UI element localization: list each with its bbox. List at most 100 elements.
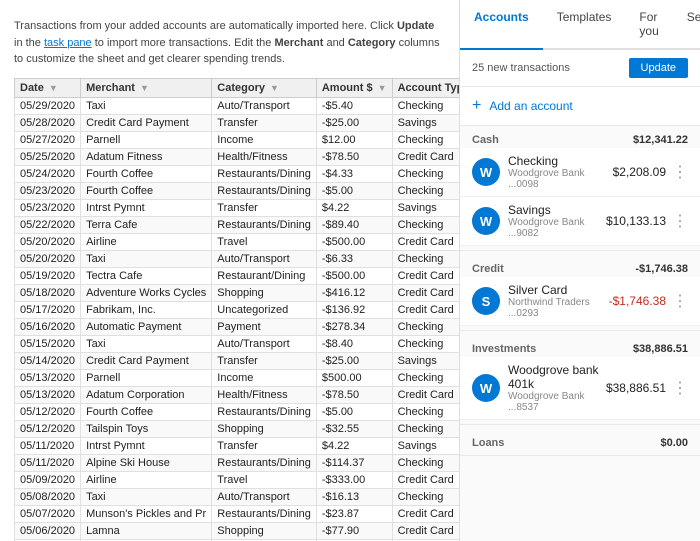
category-keyword: Category bbox=[348, 37, 396, 49]
sort-icon-category: ▼ bbox=[270, 83, 279, 93]
account-more-icon[interactable]: ⋮ bbox=[666, 378, 688, 398]
account-item[interactable]: W Woodgrove bank 401kWoodgrove Bank ...85… bbox=[460, 357, 700, 420]
table-row[interactable]: 05/16/2020Automatic PaymentPayment-$278.… bbox=[15, 318, 461, 335]
account-sub: Woodgrove Bank ...0098 bbox=[508, 168, 613, 190]
account-icon: S bbox=[472, 287, 500, 315]
sort-icon-date: ▼ bbox=[49, 83, 58, 93]
table-row[interactable]: 05/12/2020Fourth CoffeeRestaurants/Dinin… bbox=[15, 403, 461, 420]
table-row[interactable]: 05/13/2020Adatum CorporationHealth/Fitne… bbox=[15, 386, 461, 403]
account-category-total: -$1,746.38 bbox=[635, 263, 688, 275]
account-category-investments: Investments$38,886.51 W Woodgrove bank 401… bbox=[460, 335, 700, 420]
table-row[interactable]: 05/06/2020LamnaShopping-$77.90Credit Car… bbox=[15, 522, 461, 539]
table-row[interactable]: 05/29/2020TaxiAuto/Transport-$5.40Checki… bbox=[15, 97, 461, 114]
account-item[interactable]: S Silver CardNorthwind Traders ...0293-$1… bbox=[460, 277, 700, 326]
divider bbox=[460, 330, 700, 331]
table-row[interactable]: 05/18/2020Adventure Works CyclesShopping… bbox=[15, 284, 461, 301]
table-row[interactable]: 05/11/2020Alpine Ski HouseRestaurants/Di… bbox=[15, 454, 461, 471]
account-category-label: Cash$12,341.22 bbox=[460, 126, 700, 148]
tab-bar: AccountsTemplatesFor youSettings bbox=[460, 0, 700, 50]
account-details: Silver CardNorthwind Traders ...0293 bbox=[508, 283, 609, 319]
account-category-total: $38,886.51 bbox=[633, 343, 688, 355]
table-row[interactable]: 05/07/2020Munson's Pickles and PrRestaur… bbox=[15, 505, 461, 522]
update-keyword: Update bbox=[397, 20, 434, 32]
account-category-credit: Credit-$1,746.38 S Silver CardNorthwind Tr… bbox=[460, 255, 700, 326]
table-row[interactable]: 05/22/2020Terra CafeRestaurants/Dining-$… bbox=[15, 216, 461, 233]
table-row[interactable]: 05/15/2020TaxiAuto/Transport-$8.40Checki… bbox=[15, 335, 461, 352]
col-merchant[interactable]: Merchant ▼ bbox=[81, 78, 212, 97]
account-more-icon[interactable]: ⋮ bbox=[666, 211, 688, 231]
table-row[interactable]: 05/19/2020Tectra CafeRestaurant/Dining-$… bbox=[15, 267, 461, 284]
col-category[interactable]: Category ▼ bbox=[212, 78, 317, 97]
account-category-loans: Loans$0.00 bbox=[460, 429, 700, 451]
table-body: 05/29/2020TaxiAuto/Transport-$5.40Checki… bbox=[15, 97, 461, 541]
account-details: SavingsWoodgrove Bank ...9082 bbox=[508, 203, 606, 239]
table-row[interactable]: 05/08/2020TaxiAuto/Transport-$16.13Check… bbox=[15, 488, 461, 505]
account-amount: $38,886.51 bbox=[606, 381, 666, 395]
table-row[interactable]: 05/11/2020Intrst PymntTransfer$4.22Savin… bbox=[15, 437, 461, 454]
table-row[interactable]: 05/12/2020Tailspin ToysShopping-$32.55Ch… bbox=[15, 420, 461, 437]
account-icon: W bbox=[472, 207, 500, 235]
account-details: CheckingWoodgrove Bank ...0098 bbox=[508, 154, 613, 190]
table-row[interactable]: 05/25/2020Adatum FitnessHealth/Fitness-$… bbox=[15, 148, 461, 165]
new-transactions-label: 25 new transactions bbox=[472, 62, 570, 74]
right-panel: AccountsTemplatesFor youSettings 25 new … bbox=[460, 0, 700, 541]
sort-icon-merchant: ▼ bbox=[140, 83, 149, 93]
account-category-total: $0.00 bbox=[660, 437, 688, 449]
col-account-type[interactable]: Account Type bbox=[392, 78, 460, 97]
accounts-content: Cash$12,341.22WCheckingWoodgrove Bank ..… bbox=[460, 126, 700, 470]
new-transactions-bar: 25 new transactions Update bbox=[460, 50, 700, 87]
table-row[interactable]: 05/24/2020Fourth CoffeeRestaurants/Dinin… bbox=[15, 165, 461, 182]
tab-settings[interactable]: Settings bbox=[673, 0, 700, 50]
col-amount[interactable]: Amount $ ▼ bbox=[316, 78, 392, 97]
table-row[interactable]: 05/09/2020AirlineTravel-$333.00Credit Ca… bbox=[15, 471, 461, 488]
transactions-table: Date ▼ Merchant ▼ Category ▼ Amount $ ▼ … bbox=[14, 78, 460, 541]
account-more-icon[interactable]: ⋮ bbox=[666, 291, 688, 311]
account-category-cash: Cash$12,341.22WCheckingWoodgrove Bank ..… bbox=[460, 126, 700, 246]
account-category-total: $12,341.22 bbox=[633, 134, 688, 146]
account-amount: -$1,746.38 bbox=[609, 294, 666, 308]
account-amount: $2,208.09 bbox=[613, 165, 666, 179]
table-row[interactable]: 05/14/2020Credit Card PaymentTransfer-$2… bbox=[15, 352, 461, 369]
account-name: Woodgrove bank 401k bbox=[508, 363, 606, 391]
account-item[interactable]: W SavingsWoodgrove Bank ...9082$10,133.13… bbox=[460, 197, 700, 246]
table-row[interactable]: 05/27/2020ParnellIncome$12.00Checking bbox=[15, 131, 461, 148]
account-details: Woodgrove bank 401kWoodgrove Bank ...853… bbox=[508, 363, 606, 413]
account-category-label: Loans$0.00 bbox=[460, 429, 700, 451]
account-category-label: Investments$38,886.51 bbox=[460, 335, 700, 357]
table-row[interactable]: 05/17/2020Fabrikam, Inc.Uncategorized-$1… bbox=[15, 301, 461, 318]
table-row[interactable]: 05/28/2020Credit Card PaymentTransfer-$2… bbox=[15, 114, 461, 131]
tab-templates[interactable]: Templates bbox=[543, 0, 626, 50]
task-pane-link[interactable]: task pane bbox=[44, 37, 92, 49]
account-icon: W bbox=[472, 158, 500, 186]
sort-icon-amount: ▼ bbox=[378, 83, 387, 93]
page-description: Transactions from your added accounts ar… bbox=[14, 18, 445, 68]
account-sub: Woodgrove Bank ...9082 bbox=[508, 217, 606, 239]
account-name: Savings bbox=[508, 203, 606, 217]
tab-accounts[interactable]: Accounts bbox=[460, 0, 543, 50]
account-name: Checking bbox=[508, 154, 613, 168]
table-row[interactable]: 05/13/2020ParnellIncome$500.00Checking bbox=[15, 369, 461, 386]
transactions-panel: Transactions from your added accounts ar… bbox=[0, 0, 460, 541]
update-button[interactable]: Update bbox=[629, 58, 688, 78]
divider bbox=[460, 424, 700, 425]
add-account-label: Add an account bbox=[489, 99, 572, 113]
divider bbox=[460, 250, 700, 251]
table-row[interactable]: 05/20/2020AirlineTravel-$500.00Credit Ca… bbox=[15, 233, 461, 250]
merchant-keyword: Merchant bbox=[274, 37, 323, 49]
add-icon: + bbox=[472, 97, 481, 115]
account-item[interactable]: W CheckingWoodgrove Bank ...0098$2,208.09… bbox=[460, 148, 700, 197]
account-category-label: Credit-$1,746.38 bbox=[460, 255, 700, 277]
table-row[interactable]: 05/23/2020Fourth CoffeeRestaurants/Dinin… bbox=[15, 182, 461, 199]
tab-for-you[interactable]: For you bbox=[625, 0, 672, 50]
table-row[interactable]: 05/20/2020TaxiAuto/Transport-$6.33Checki… bbox=[15, 250, 461, 267]
table-header: Date ▼ Merchant ▼ Category ▼ Amount $ ▼ … bbox=[15, 78, 461, 97]
account-more-icon[interactable]: ⋮ bbox=[666, 162, 688, 182]
account-amount: $10,133.13 bbox=[606, 214, 666, 228]
account-name: Silver Card bbox=[508, 283, 609, 297]
divider bbox=[460, 455, 700, 456]
col-date[interactable]: Date ▼ bbox=[15, 78, 81, 97]
table-row[interactable]: 05/23/2020Intrst PymntTransfer$4.22Savin… bbox=[15, 199, 461, 216]
account-icon: W bbox=[472, 374, 500, 402]
account-sub: Northwind Traders ...0293 bbox=[508, 297, 609, 319]
add-account-row[interactable]: + Add an account bbox=[460, 87, 700, 126]
